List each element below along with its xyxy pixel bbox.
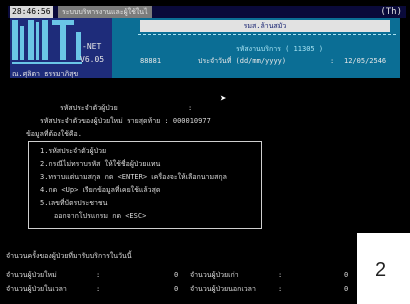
divider [138, 34, 396, 35]
date-field[interactable]: 12/05/2546 [344, 58, 386, 65]
menu-item: 5.เลขที่บัตรประชาชน [40, 199, 108, 207]
page-number: 2 [375, 259, 387, 281]
service-code: 88881 [140, 57, 162, 65]
exit-hint: ออกจากโปรแกรม กด <ESC> [54, 212, 147, 220]
window-title: ระบบบริหารงานและผู้ใช้ในไ [58, 6, 152, 18]
new-patients-colon: : [96, 271, 101, 279]
in-hours-value: 0 [174, 285, 179, 293]
after-hours-label: จำนวนผู้ป่วยนอกเวลา [190, 285, 256, 293]
author-name: ณ.ศุลิตา ธรรมาภิสุข [12, 70, 79, 78]
mouse-pointer-icon: ➤ [220, 92, 227, 105]
menu-item: 4.กด <Up> เรียกข้อมูลที่เคยใช้แล้วสุด [40, 186, 161, 194]
service-subtitle: รหัสงานบริการ ( 11305 ) [236, 45, 324, 53]
clock: 28:46:56 [10, 6, 53, 18]
title-bar-right-text: (Th) [380, 7, 402, 17]
product-name: -NET [82, 42, 102, 51]
after-hours-colon: : [278, 285, 283, 293]
old-patients-value: 0 [344, 271, 349, 279]
patient-id-colon: : [188, 104, 193, 112]
old-patients-label: จำนวนผู้ป่วยเก่า [190, 271, 239, 279]
summary-title: จำนวนครั้งของผู้ป่วยที่มารับบริการในวันน… [6, 252, 132, 260]
in-hours-label: จำนวนผู้ป่วยในเวลา [6, 285, 67, 293]
menu-item: 2.กรณีไม่ทราบรหัส ให้ใช้ชื่อผู้ป่วยแทน [40, 160, 161, 168]
after-hours-value: 0 [344, 285, 349, 293]
version-label: V6.05 [80, 55, 105, 64]
date-colon: : [330, 57, 335, 65]
menu-item: 1.รหัสประจำตัวผู้ป่วย [40, 147, 107, 155]
patient-id-label: รหัสประจำตัวผู้ป่วย [60, 104, 118, 112]
last-patient-id: รหัสประจำตัวของผู้ป่วยใหม่ รายสุดท้าย : … [40, 117, 211, 125]
hospital-name: รมส.ล้านสมัว [140, 20, 390, 32]
old-patients-colon: : [278, 271, 283, 279]
menu-item: 3.ทราบแต่นามสกุล กด <ENTER> เครื่องจะให้… [40, 173, 227, 181]
new-patients-value: 0 [174, 271, 179, 279]
in-hours-colon: : [96, 285, 101, 293]
new-patients-label: จำนวนผู้ป่วยใหม่ [6, 271, 57, 279]
menu-heading: ข้อมูลที่ต้องใช้คือ. [26, 130, 82, 138]
date-label: ประจำวันที่ (dd/mm/yyyy) [198, 57, 287, 65]
